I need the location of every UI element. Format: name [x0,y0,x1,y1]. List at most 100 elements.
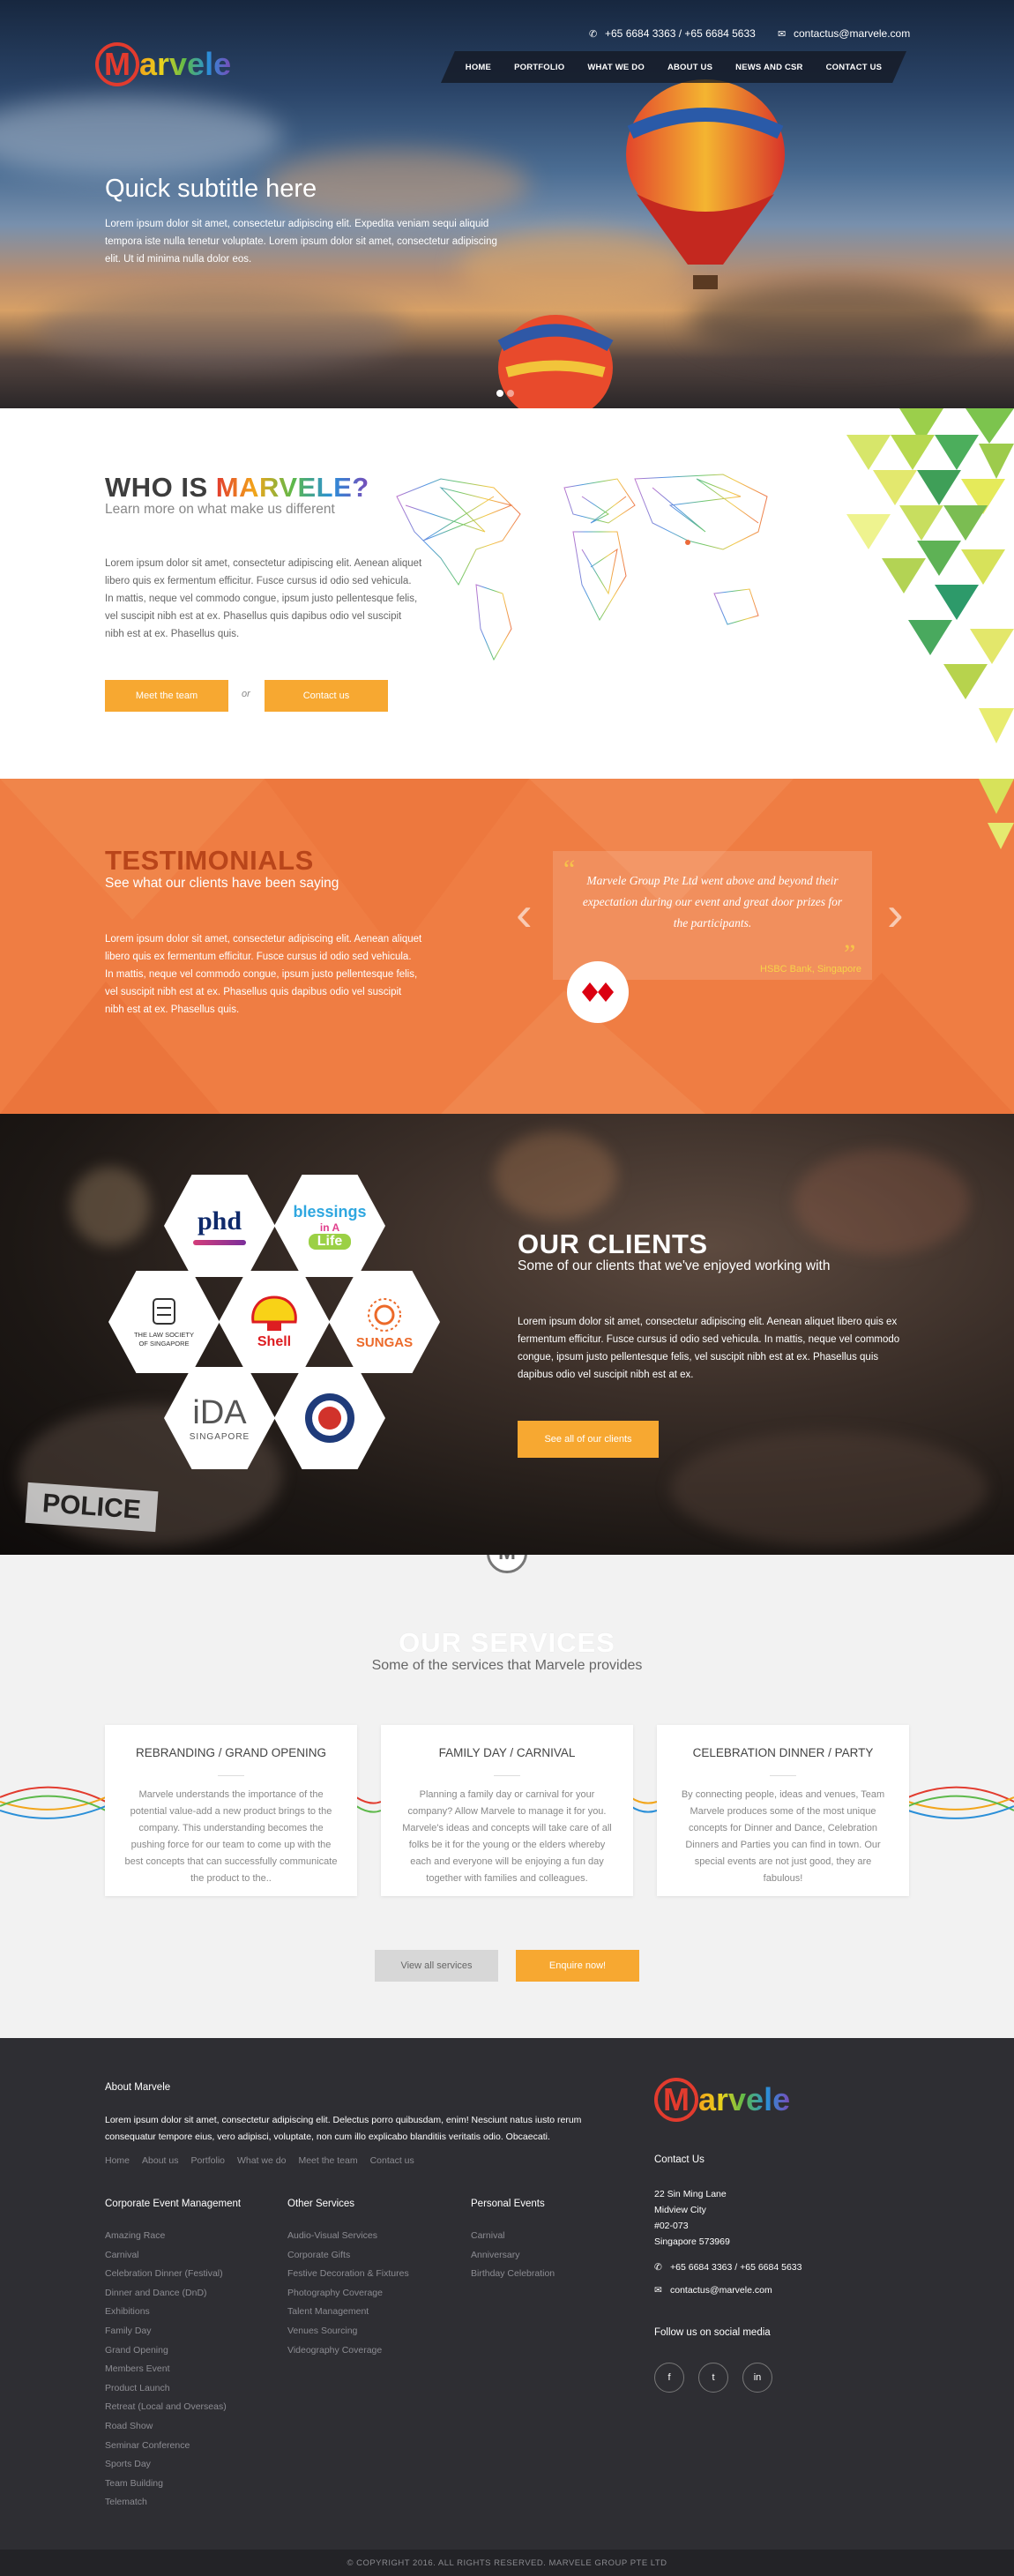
copyright-text: © COPYRIGHT 2016. ALL RIGHTS RESERVED. M… [347,2557,667,2568]
footer-about-text: Lorem ipsum dolor sit amet, consectetur … [105,2115,582,2142]
footer-corporate-link[interactable]: Team Building [105,2475,227,2494]
linkedin-icon[interactable]: in [742,2363,772,2393]
client-logo-shell[interactable]: Shell [219,1271,330,1373]
client-logo-crest[interactable] [274,1367,385,1469]
footer-phone[interactable]: ✆ +65 6684 3363 / +65 6684 5633 [654,2262,802,2273]
service-card-family-day[interactable]: FAMILY DAY / CARNIVAL Planning a family … [381,1725,633,1896]
nav-what-we-do[interactable]: WHAT WE DO [576,63,656,72]
who-title: WHO IS MARVELE? [105,472,369,504]
footer-corporate-link[interactable]: Seminar Conference [105,2437,227,2456]
footer-col-other-title: Other Services [287,2199,355,2209]
footer-col-corporate: Amazing Race Carnival Celebration Dinner… [105,2227,227,2513]
footer-links: Home About us Portfolio What we do Meet … [105,2155,414,2166]
enquire-now-button[interactable]: Enquire now! [516,1950,639,1982]
footer-corporate-link[interactable]: Product Launch [105,2379,227,2399]
twitter-icon[interactable]: t [698,2363,728,2393]
footer-corporate-link[interactable]: Telematch [105,2493,227,2513]
footer-other-link[interactable]: Corporate Gifts [287,2246,409,2266]
footer-corporate-link[interactable]: Retreat (Local and Overseas) [105,2398,227,2417]
shell-logo-text: Shell [257,1334,292,1349]
blessings-logo-in-a: in A [319,1221,340,1234]
nav-home[interactable]: HOME [454,63,503,72]
nav-about-us[interactable]: ABOUT US [656,63,724,72]
blessings-logo-life: Life [308,1233,352,1250]
testimonials-title: TESTIMONIALS [105,845,314,876]
slider-dot[interactable] [507,390,514,397]
sungas-sun-icon [368,1297,401,1332]
service-card-celebration[interactable]: CELEBRATION DINNER / PARTY By connecting… [657,1725,909,1896]
nav-portfolio[interactable]: PORTFOLIO [503,63,576,72]
footer-corporate-link[interactable]: Carnival [105,2246,227,2266]
see-all-clients-button[interactable]: See all of our clients [518,1421,659,1458]
facebook-icon[interactable]: f [654,2363,684,2393]
blessings-logo-text: blessings [293,1202,367,1221]
footer-personal-link[interactable]: Anniversary [471,2246,555,2266]
clients-title: OUR CLIENTS [518,1228,708,1259]
footer-logo-text: arvele [698,2081,791,2117]
cloud-shape [0,97,282,176]
testimonials-text: Lorem ipsum dolor sit amet, consectetur … [105,934,422,1015]
footer-other-link[interactable]: Photography Coverage [287,2284,409,2303]
footer-other-link[interactable]: Festive Decoration & Fixtures [287,2265,409,2284]
footer-email[interactable]: ✉ contactus@marvele.com [654,2285,772,2296]
marvele-logo[interactable]: Marvele [95,42,231,86]
footer-link-about[interactable]: About us [142,2155,178,2166]
footer-link-what-we-do[interactable]: What we do [237,2155,286,2166]
footer-corporate-link[interactable]: Dinner and Dance (DnD) [105,2284,227,2303]
footer-corporate-link[interactable]: Grand Opening [105,2341,227,2361]
address-line: Singapore 573969 [654,2236,730,2247]
logo-text: arvele [139,46,232,82]
nav-contact-us[interactable]: CONTACT US [815,63,894,72]
footer-corporate-link[interactable]: Exhibitions [105,2303,227,2322]
footer-corporate-link[interactable]: Family Day [105,2322,227,2341]
service-card-title: REBRANDING / GRAND OPENING [135,1746,327,1759]
contact-us-button[interactable]: Contact us [265,680,388,712]
hero-title: Quick subtitle here [105,175,317,203]
footer-other-link[interactable]: Talent Management [287,2303,409,2322]
footer-phone-text: +65 6684 3363 / +65 6684 5633 [670,2262,802,2273]
service-card-title: FAMILY DAY / CARNIVAL [438,1746,576,1759]
slider-dot-active[interactable] [496,390,503,397]
logo-m: M [95,42,139,86]
nav-news-and-csr[interactable]: NEWS AND CSR [724,63,814,72]
header-phone[interactable]: ✆ +65 6684 3363 / +65 6684 5633 [589,27,756,40]
client-logo-phd[interactable]: phd [164,1175,275,1277]
client-logo-sungas[interactable]: SUNGAS [329,1271,440,1373]
triangle-pattern-decoration [979,779,1014,849]
footer-corporate-link[interactable]: Sports Day [105,2455,227,2475]
footer-corporate-link[interactable]: Celebration Dinner (Festival) [105,2265,227,2284]
header-email[interactable]: ✉ contactus@marvele.com [778,27,910,40]
footer-corporate-link[interactable]: Road Show [105,2417,227,2437]
footer-corporate-link[interactable]: Amazing Race [105,2227,227,2246]
shell-pecten-icon [251,1295,297,1331]
footer-link-contact[interactable]: Contact us [370,2155,414,2166]
footer-personal-link[interactable]: Carnival [471,2227,555,2246]
footer-other-link[interactable]: Venues Sourcing [287,2322,409,2341]
copyright-bar: © COPYRIGHT 2016. ALL RIGHTS RESERVED. M… [0,2550,1014,2576]
services-title: OUR SERVICES [399,1627,615,1658]
testimonial-prev-arrow[interactable]: ‹ [516,889,533,938]
service-card-text: Marvele understands the importance of th… [124,1789,338,1884]
view-all-services-button[interactable]: View all services [375,1950,498,1982]
header-email-text: contactus@marvele.com [794,27,911,40]
cloud-shape [688,282,988,362]
client-logo-law-society[interactable]: THE LAW SOCIETY OF SINGAPORE [108,1271,220,1373]
testimonial-card: “ Marvele Group Pte Ltd went above and b… [553,851,872,980]
footer-marvele-logo[interactable]: Marvele [654,2078,790,2122]
footer-other-link[interactable]: Audio-Visual Services [287,2227,409,2246]
footer-personal-link[interactable]: Birthday Celebration [471,2265,555,2284]
service-card-rebranding[interactable]: REBRANDING / GRAND OPENING Marvele under… [105,1725,357,1896]
footer-other-link[interactable]: Videography Coverage [287,2341,409,2361]
envelope-icon: ✉ [654,2285,662,2296]
footer-link-team[interactable]: Meet the team [298,2155,357,2166]
footer-link-home[interactable]: Home [105,2155,130,2166]
address-line: 22 Sin Ming Lane [654,2189,727,2199]
meet-the-team-button[interactable]: Meet the team [105,680,228,712]
testimonial-next-arrow[interactable]: › [887,889,904,938]
footer-corporate-link[interactable]: Members Event [105,2360,227,2379]
main-nav: HOME PORTFOLIO WHAT WE DO ABOUT US NEWS … [441,51,906,83]
address-line: #02-073 [654,2221,689,2231]
envelope-icon: ✉ [778,29,787,40]
client-logo-blessings[interactable]: blessings in A Life [274,1175,385,1277]
footer-link-portfolio[interactable]: Portfolio [190,2155,225,2166]
